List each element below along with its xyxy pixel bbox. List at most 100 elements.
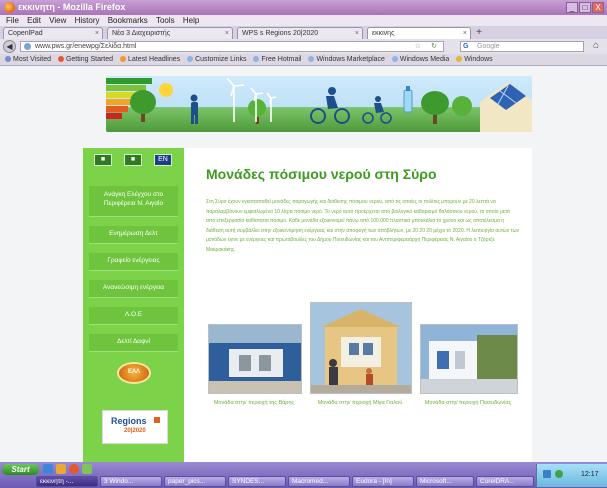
navigation-bar: ◀ www.pws.gr/enewpg/Σελίδα.html ☆ ↻ G Go…: [0, 39, 607, 54]
water-kiosk-photo: [421, 325, 517, 393]
task-microsoft[interactable]: Microsoft...: [416, 476, 474, 487]
search-engine-icon[interactable]: G: [463, 42, 468, 51]
main-content: Μονάδες πόσιμου νερού στη Σύρο Στη Σύρο …: [184, 148, 532, 462]
network-icon[interactable]: [543, 470, 551, 478]
site-sidebar: ■ ■ EN Ανάγκη Ελέγχου στο Περιφέρεια Ν. …: [83, 148, 184, 462]
task-firefox[interactable]: εκκινητη -...: [36, 476, 98, 487]
page-title: Μονάδες πόσιμου νερού στη Σύρο: [206, 166, 437, 182]
menu-edit[interactable]: Edit: [27, 15, 41, 26]
tab-2[interactable]: Νέα 3 Διαχειριστής ×: [107, 27, 233, 39]
photo-caption: Μονάδα στην περιοχή Μίγα Γιαλού: [317, 400, 403, 406]
language-button-1[interactable]: ■: [94, 154, 112, 166]
menu-help[interactable]: Help: [183, 15, 199, 26]
language-button-english-flag-icon[interactable]: EN: [154, 154, 172, 166]
sun-badge-icon[interactable]: ΕΛΛ: [117, 362, 151, 384]
quicklaunch-ie-icon[interactable]: [43, 464, 53, 474]
search-box[interactable]: G Google: [460, 41, 584, 52]
bookmark-customize-links[interactable]: Customize Links: [187, 54, 246, 65]
water-bottle-icon: [403, 86, 413, 113]
task-macromedia[interactable]: Macromed...: [288, 476, 350, 487]
firefox-icon: [57, 56, 64, 62]
language-button-2[interactable]: ■: [124, 154, 142, 166]
person-icon: [190, 94, 198, 124]
tray-app-icon[interactable]: [555, 470, 563, 478]
regions-logo-mark-icon: [154, 417, 160, 423]
reload-icon[interactable]: ↻: [431, 42, 437, 51]
tab-label: εκκινης: [372, 30, 395, 37]
site-banner: [106, 76, 532, 132]
page-icon: [187, 56, 194, 62]
menu-bar: File Edit View History Bookmarks Tools H…: [0, 15, 607, 26]
sidebar-item-news[interactable]: Ενημέρωση Δελτ: [89, 226, 178, 244]
tab-close-icon[interactable]: ×: [225, 28, 229, 39]
address-bar[interactable]: www.pws.gr/enewpg/Σελίδα.html ☆ ↻: [20, 41, 444, 52]
regions-2020-logo[interactable]: Regions 20|2020: [102, 410, 168, 444]
taskbar-clock[interactable]: 12:17: [581, 471, 599, 478]
bookmark-windows-marketplace[interactable]: Windows Marketplace: [308, 54, 385, 65]
task-syndes[interactable]: SYNDES...: [228, 476, 286, 487]
banner-illustration: [106, 77, 532, 132]
bookmark-most-visited[interactable]: Most Visited: [5, 54, 51, 65]
regions-logo-year: 20|2020: [124, 428, 146, 434]
bookmark-getting-started[interactable]: Getting Started: [57, 54, 113, 65]
quicklaunch-folder-icon[interactable]: [56, 464, 66, 474]
tab-3[interactable]: WPS s Regions 20|2020 ×: [237, 27, 363, 39]
page-icon: [253, 56, 260, 62]
photo-miga-gialou-unit[interactable]: [310, 302, 412, 394]
sidebar-item-loe[interactable]: Λ.Ο.Ε: [89, 307, 178, 325]
maximize-button[interactable]: □: [579, 2, 591, 13]
firefox-logo-icon: [4, 2, 15, 13]
close-button[interactable]: X: [592, 2, 604, 13]
tab-1[interactable]: CopenlPad ×: [3, 27, 103, 39]
bookmark-latest-headlines[interactable]: Latest Headlines: [120, 54, 180, 65]
task-paper-pics[interactable]: paper_pics...: [164, 476, 226, 487]
photo-poseidonia-unit[interactable]: [420, 324, 518, 394]
bookmark-windows-media[interactable]: Windows Media: [391, 54, 449, 65]
menu-history[interactable]: History: [75, 15, 100, 26]
cyclist-icon: [362, 96, 392, 124]
quicklaunch-app-icon[interactable]: [82, 464, 92, 474]
tab-label: WPS s Regions 20|2020: [242, 30, 319, 37]
water-kiosk-photo: [209, 325, 301, 393]
window-title: εκκινητη - Mozilla Firefox: [18, 2, 126, 12]
menu-bookmarks[interactable]: Bookmarks: [108, 15, 148, 26]
quicklaunch-firefox-icon[interactable]: [69, 464, 79, 474]
sidebar-item-renewable-energy[interactable]: Ανανεώσιμη ενέργεια: [89, 280, 178, 298]
site-identity-icon[interactable]: [24, 43, 31, 50]
task-eudora[interactable]: Eudora - [In]: [352, 476, 414, 487]
task-coreldraw[interactable]: CorelDRA...: [476, 476, 534, 487]
menu-file[interactable]: File: [6, 15, 19, 26]
sun-icon: [159, 83, 173, 97]
tree-icon: [421, 91, 449, 124]
task-windows-explorer[interactable]: 3 Windo...: [100, 476, 162, 487]
bookmark-icon: [5, 56, 11, 62]
home-button-icon[interactable]: ⌂: [589, 40, 603, 53]
menu-view[interactable]: View: [49, 15, 66, 26]
photo-caption: Μονάδα στην περιοχή Ποσειδωνίας: [424, 400, 512, 406]
tab-close-icon[interactable]: ×: [355, 28, 359, 39]
search-placeholder: Google: [477, 43, 500, 50]
sidebar-item-delti-dafni[interactable]: Δελτί Δαφνί: [89, 334, 178, 352]
tab-close-icon[interactable]: ×: [95, 28, 99, 39]
tab-close-icon[interactable]: ×: [463, 28, 467, 39]
bookmark-free-hotmail[interactable]: Free Hotmail: [253, 54, 302, 65]
bookmark-star-icon[interactable]: ☆: [415, 42, 421, 51]
menu-tools[interactable]: Tools: [156, 15, 175, 26]
water-kiosk-photo: [311, 303, 411, 393]
start-button[interactable]: Start: [2, 464, 39, 475]
sidebar-item-energy-office[interactable]: Γραφείο ενέργειας: [89, 253, 178, 271]
photo-vari-unit[interactable]: [208, 324, 302, 394]
new-tab-button[interactable]: +: [473, 27, 485, 39]
cyclist-icon: [310, 87, 350, 124]
window-title-bar: εκκινητη - Mozilla Firefox _ □ X: [0, 0, 607, 15]
system-tray: 12:17: [536, 464, 607, 487]
photo-caption: Μονάδα στην περιοχή της Βάρης: [213, 400, 295, 406]
sidebar-item-need-for-control[interactable]: Ανάγκη Ελέγχου στο Περιφέρεια Ν. Αιγαίο: [89, 186, 178, 217]
tab-label: CopenlPad: [8, 30, 43, 37]
bookmark-windows[interactable]: Windows: [456, 54, 493, 65]
tree-icon: [452, 96, 472, 116]
minimize-button[interactable]: _: [566, 2, 578, 13]
page-icon: [308, 56, 315, 62]
tab-4-active[interactable]: εκκινης ×: [367, 27, 471, 39]
back-button[interactable]: ◀: [3, 40, 16, 53]
